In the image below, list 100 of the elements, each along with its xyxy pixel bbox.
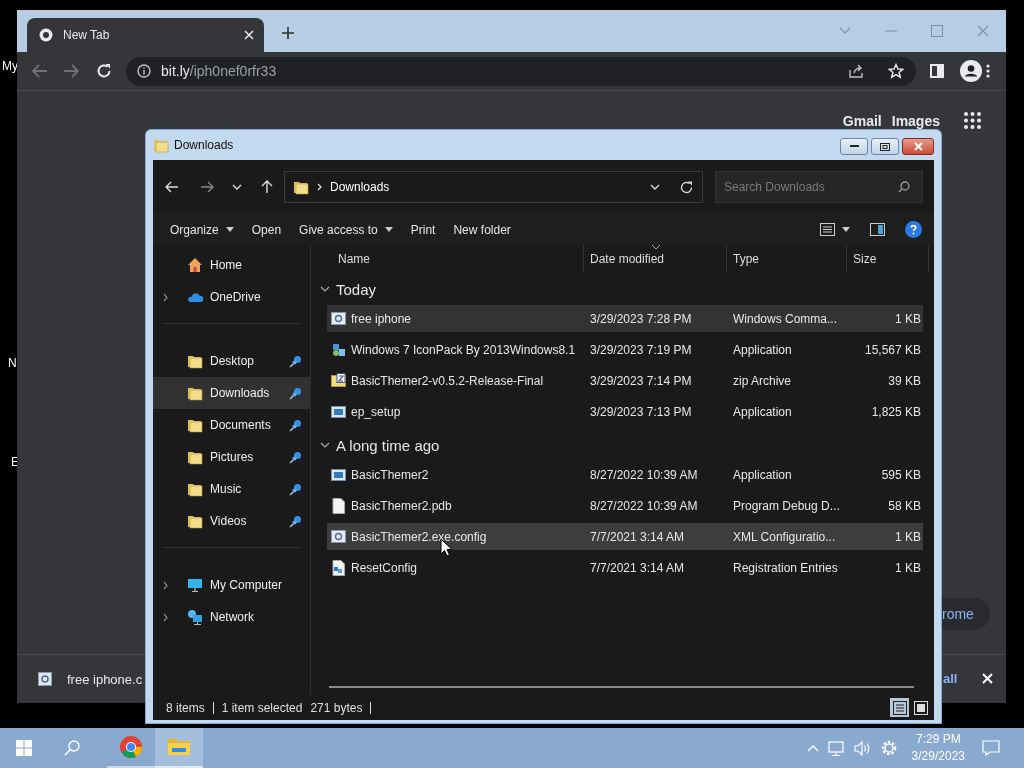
- refresh-icon[interactable]: [680, 180, 693, 194]
- nav-item[interactable]: Videos: [153, 505, 310, 537]
- nav-item[interactable]: Documents: [153, 409, 310, 441]
- pin-icon: [289, 386, 302, 400]
- nav-item[interactable]: Music: [153, 473, 310, 505]
- file-name: ep_setup: [351, 404, 401, 419]
- side-panel-icon[interactable]: [930, 64, 944, 78]
- registry-file-icon: [331, 559, 347, 576]
- list-view-icon: [820, 223, 835, 236]
- group-header[interactable]: Today: [316, 273, 923, 305]
- url-text: bit.ly/iph0nef0rfr33: [161, 63, 277, 79]
- script-file-icon: [38, 672, 52, 686]
- date-cell-text: 3/29/2023 7:14 PM: [589, 373, 693, 388]
- help-icon[interactable]: [905, 221, 922, 238]
- folder-icon: [187, 513, 203, 529]
- nav-item[interactable]: Home: [153, 249, 310, 281]
- close-button[interactable]: [902, 138, 934, 155]
- zip-file-icon: [331, 372, 347, 389]
- toolbar-button[interactable]: Organize: [161, 216, 243, 243]
- breadcrumb-item[interactable]: Downloads: [330, 180, 390, 194]
- date-cell-text: 7/7/2021 3:14 AM: [589, 560, 686, 575]
- type-cell-text: Registration Entries: [732, 560, 839, 575]
- nav-item[interactable]: My Computer: [153, 569, 310, 601]
- menu-icon[interactable]: [986, 64, 990, 78]
- type-cell-text: zip Archive: [732, 373, 793, 388]
- browser-tab[interactable]: New Tab: [27, 18, 264, 52]
- minimize-button[interactable]: [840, 138, 868, 155]
- toolbar-button[interactable]: Open: [242, 216, 291, 243]
- forward-icon[interactable]: [63, 64, 79, 78]
- desktop-icon-label[interactable]: N: [8, 356, 17, 370]
- column-header[interactable]: Size: [847, 245, 929, 273]
- column-header[interactable]: Date modified: [584, 245, 727, 273]
- reload-icon[interactable]: [96, 63, 112, 79]
- view-button[interactable]: [820, 223, 850, 236]
- address-bar[interactable]: bit.ly/iph0nef0rfr33: [126, 56, 916, 86]
- view-toggle[interactable]: [890, 698, 909, 717]
- restore-button[interactable]: [871, 138, 899, 155]
- restore-icon: [880, 142, 890, 151]
- star-icon[interactable]: [888, 63, 904, 79]
- folder-icon: [153, 137, 169, 153]
- taskbar-app[interactable]: [155, 728, 203, 768]
- file-row[interactable]: BasicThemer2 8/27/2022 10:39 AM Application 595 KB: [327, 461, 923, 488]
- nav-item[interactable]: Pictures: [153, 441, 310, 473]
- sort-indicator-icon: [652, 245, 660, 249]
- show-all-link[interactable]: all: [943, 671, 958, 686]
- file-name: BasicThemer2: [351, 467, 429, 482]
- chevron-right-icon[interactable]: [163, 612, 168, 622]
- size-cell-text: 15,567 KB: [863, 342, 922, 357]
- preview-pane-icon[interactable]: [870, 223, 885, 236]
- caret-icon: [384, 227, 393, 232]
- chevron-right-icon[interactable]: [163, 580, 168, 590]
- column-header[interactable]: Name: [316, 245, 584, 273]
- nav-item[interactable]: OneDrive: [153, 281, 310, 313]
- file-row[interactable]: BasicThemer2.exe.config 7/7/2021 3:14 AM XML Configuratio... 1 KB: [327, 523, 923, 550]
- chevron-down-icon: [320, 442, 330, 448]
- nav-item[interactable]: Desktop: [153, 345, 310, 377]
- close-icon: [913, 142, 923, 151]
- customize-button[interactable]: rome: [942, 598, 990, 630]
- link[interactable]: Gmail: [842, 112, 882, 129]
- search-icon[interactable]: [898, 181, 910, 193]
- file-row[interactable]: BasicThemer2-v0.5.2-Release-Final 3/29/2023 7:14 PM zip Archive 39 KB: [327, 367, 923, 394]
- download-item-name[interactable]: free iphone.c: [67, 671, 143, 687]
- share-icon[interactable]: [848, 63, 864, 79]
- file-row[interactable]: BasicThemer2.pdb 8/27/2022 10:39 AM Program Debug D... 58 KB: [327, 492, 923, 519]
- address-bar[interactable]: Downloads: [284, 171, 703, 203]
- nav-item[interactable]: Network: [153, 601, 310, 633]
- size-cell-text: 1,825 KB: [870, 404, 922, 419]
- view-toggle[interactable]: [911, 698, 930, 717]
- new-tab-icon[interactable]: [281, 26, 295, 40]
- apps-grid-icon[interactable]: [964, 112, 981, 129]
- type-cell-text: Application: [732, 467, 793, 482]
- pin-icon: [289, 482, 302, 496]
- search-field[interactable]: Search Downloads: [715, 171, 923, 203]
- chevron-right-icon[interactable]: [163, 292, 168, 302]
- status-text: 8 items: [166, 700, 205, 715]
- size-cell-text: 1 KB: [894, 560, 922, 575]
- type-cell-text: Program Debug D...: [732, 498, 841, 513]
- toolbar-button[interactable]: New folder: [444, 216, 520, 243]
- monitor-icon: [187, 577, 203, 593]
- file-row[interactable]: ResetConfig 7/7/2021 3:14 AM Registration Entries 1 KB: [327, 554, 923, 581]
- link[interactable]: Images: [891, 112, 940, 129]
- size-cell-text: 39 KB: [887, 373, 922, 388]
- scrollbar[interactable]: [329, 686, 914, 688]
- forward-icon[interactable]: [200, 181, 214, 193]
- type-cell-text: XML Configuratio...: [732, 529, 837, 544]
- column-header[interactable]: Type: [727, 245, 847, 273]
- group-header[interactable]: A long time ago: [316, 429, 923, 461]
- file-row[interactable]: free iphone 3/29/2023 7:28 PM Windows Comma... 1 KB: [327, 305, 923, 332]
- up-icon[interactable]: [261, 180, 273, 194]
- file-row[interactable]: ep_setup 3/29/2023 7:13 PM Application 1,825 KB: [327, 398, 923, 425]
- pin-icon: [289, 514, 302, 528]
- file-row[interactable]: Windows 7 IconPack By 2013Windows8.1 3/29/2023 7:19 PM Application 15,567 KB: [327, 336, 923, 363]
- toolbar-button[interactable]: Print: [401, 216, 445, 243]
- nav-item[interactable]: Downloads: [153, 377, 310, 409]
- caret-icon: [842, 227, 850, 232]
- file-name: free iphone: [351, 311, 412, 326]
- toolbar-button[interactable]: Give access to: [290, 216, 402, 243]
- status-text: 1 item selected: [221, 700, 303, 715]
- desktop-icon-label[interactable]: My: [2, 59, 18, 73]
- profile-icon[interactable]: [960, 60, 982, 82]
